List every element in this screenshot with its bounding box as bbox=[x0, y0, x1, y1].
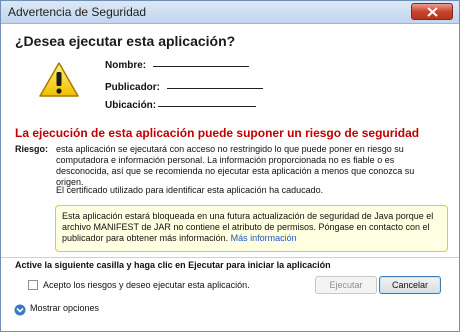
certificate-expired-text: El certificado utilizado para identifica… bbox=[56, 185, 324, 195]
name-label: Nombre: bbox=[105, 60, 147, 71]
security-warning-dialog: Advertencia de Seguridad ¿Desea ejecutar… bbox=[0, 0, 460, 332]
close-icon bbox=[427, 7, 438, 17]
chevron-down-circle-icon bbox=[14, 304, 26, 316]
warning-icon bbox=[39, 62, 79, 97]
show-options-label: Mostrar opciones bbox=[30, 303, 100, 313]
run-instruction: Active la siguiente casilla y haga clic … bbox=[15, 260, 331, 270]
risk-heading: La ejecución de esta aplicación puede su… bbox=[15, 126, 420, 140]
more-info-link[interactable]: Más información bbox=[231, 233, 297, 243]
notice-text-block: Esta aplicación estará bloqueada en una … bbox=[62, 211, 442, 244]
close-button[interactable] bbox=[411, 3, 453, 20]
accept-risk-checkbox[interactable] bbox=[28, 280, 38, 290]
name-value bbox=[153, 66, 249, 67]
risk-description: esta aplicación se ejecutará con acceso … bbox=[56, 144, 415, 187]
publisher-label: Publicador: bbox=[105, 82, 161, 93]
blocking-notice: Esta aplicación estará bloqueada en una … bbox=[55, 205, 448, 252]
run-button[interactable]: Ejecutar bbox=[315, 276, 377, 294]
dialog-question: ¿Desea ejecutar esta aplicación? bbox=[15, 33, 236, 49]
publisher-value bbox=[167, 88, 263, 89]
accept-risk-label[interactable]: Acepto los riesgos y deseo ejecutar esta… bbox=[43, 280, 250, 290]
risk-label: Riesgo: bbox=[15, 144, 49, 154]
separator bbox=[1, 257, 459, 258]
location-value bbox=[158, 106, 256, 107]
window-title: Advertencia de Seguridad bbox=[8, 5, 147, 19]
dialog-body: ¿Desea ejecutar esta aplicación? Nombre:… bbox=[1, 24, 459, 331]
cancel-button[interactable]: Cancelar bbox=[379, 276, 441, 294]
location-label: Ubicación: bbox=[105, 100, 157, 111]
title-bar[interactable]: Advertencia de Seguridad bbox=[1, 1, 459, 24]
